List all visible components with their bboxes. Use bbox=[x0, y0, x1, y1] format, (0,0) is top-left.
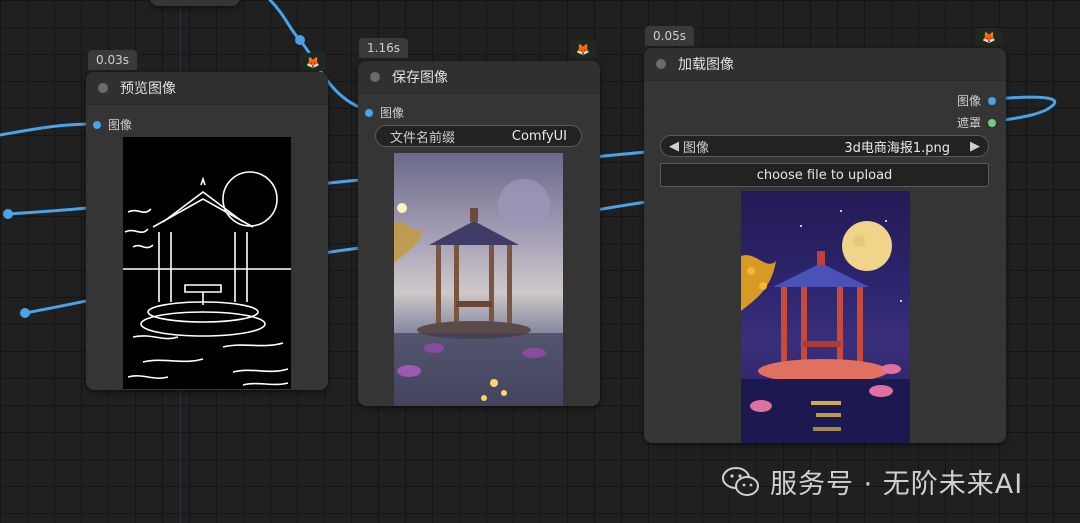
fox-icon: 🦊 bbox=[976, 28, 1002, 46]
load-output-mask-label: 遮罩 bbox=[957, 116, 982, 130]
filename-prefix-label: 文件名前缀 bbox=[390, 130, 456, 146]
save-node-title-bar[interactable]: 保存图像 bbox=[358, 61, 600, 94]
combo-prev-arrow[interactable]: ◀ bbox=[669, 139, 679, 154]
reroute-dot-3 bbox=[20, 308, 30, 318]
save-time: 1.16s bbox=[367, 41, 400, 55]
load-input-image bbox=[741, 191, 910, 443]
preview-node-title: 预览图像 bbox=[120, 81, 176, 97]
link-preview-in bbox=[0, 122, 98, 137]
preview-time: 0.03s bbox=[96, 53, 129, 67]
filename-prefix-value: ComfyUI bbox=[511, 128, 567, 144]
save-input-label: 图像 bbox=[380, 106, 405, 120]
preview-input-label: 图像 bbox=[108, 118, 133, 132]
combo-next-arrow[interactable]: ▶ bbox=[970, 139, 980, 154]
watermark: 服务号 · 无阶未来AI bbox=[722, 462, 1023, 501]
partial-node-top bbox=[150, 0, 240, 6]
save-time-badge: 1.16s bbox=[359, 38, 408, 58]
image-slot-dot[interactable] bbox=[93, 120, 101, 129]
image-slot-dot[interactable] bbox=[365, 108, 373, 117]
collapse-dot-icon[interactable] bbox=[656, 59, 666, 69]
save-output-image bbox=[394, 153, 563, 406]
watermark-text: 服务号 · 无阶未来AI bbox=[770, 469, 1024, 500]
reroute-dot-2 bbox=[3, 209, 13, 219]
save-input-image[interactable]: 图像 bbox=[365, 104, 404, 121]
filename-prefix-field[interactable]: 文件名前缀 ComfyUI bbox=[375, 125, 582, 147]
image-select-combo[interactable]: ◀ 图像 3d电商海报1.png ▶ bbox=[660, 135, 989, 157]
load-node-title: 加载图像 bbox=[678, 57, 734, 73]
collapse-dot-icon[interactable] bbox=[370, 72, 380, 82]
preview-time-badge: 0.03s bbox=[88, 50, 137, 70]
image-select-value: 3d电商海报1.png bbox=[844, 140, 950, 156]
image-select-label: 图像 bbox=[683, 140, 710, 156]
collapse-dot-icon[interactable] bbox=[98, 83, 108, 93]
load-output-image[interactable]: 图像 bbox=[957, 92, 997, 109]
load-time-badge: 0.05s bbox=[645, 26, 694, 46]
load-node-title-bar[interactable]: 加载图像 bbox=[644, 48, 1006, 81]
save-node-title: 保存图像 bbox=[392, 70, 448, 86]
upload-button[interactable]: choose file to upload bbox=[660, 163, 989, 187]
preview-input-image[interactable]: 图像 bbox=[93, 116, 132, 133]
load-output-image-label: 图像 bbox=[957, 94, 982, 108]
image-slot-dot[interactable] bbox=[988, 96, 997, 105]
fox-icon: 🦊 bbox=[300, 53, 326, 71]
reroute-dot-1 bbox=[295, 35, 305, 45]
preview-node-title-bar[interactable]: 预览图像 bbox=[86, 72, 328, 105]
preview-canny-image bbox=[123, 137, 291, 389]
upload-button-label: choose file to upload bbox=[756, 167, 893, 183]
load-time: 0.05s bbox=[653, 29, 686, 43]
fox-icon: 🦊 bbox=[570, 40, 596, 58]
load-output-mask[interactable]: 遮罩 bbox=[957, 114, 997, 131]
wechat-icon bbox=[722, 466, 759, 496]
mask-slot-dot[interactable] bbox=[988, 118, 997, 127]
